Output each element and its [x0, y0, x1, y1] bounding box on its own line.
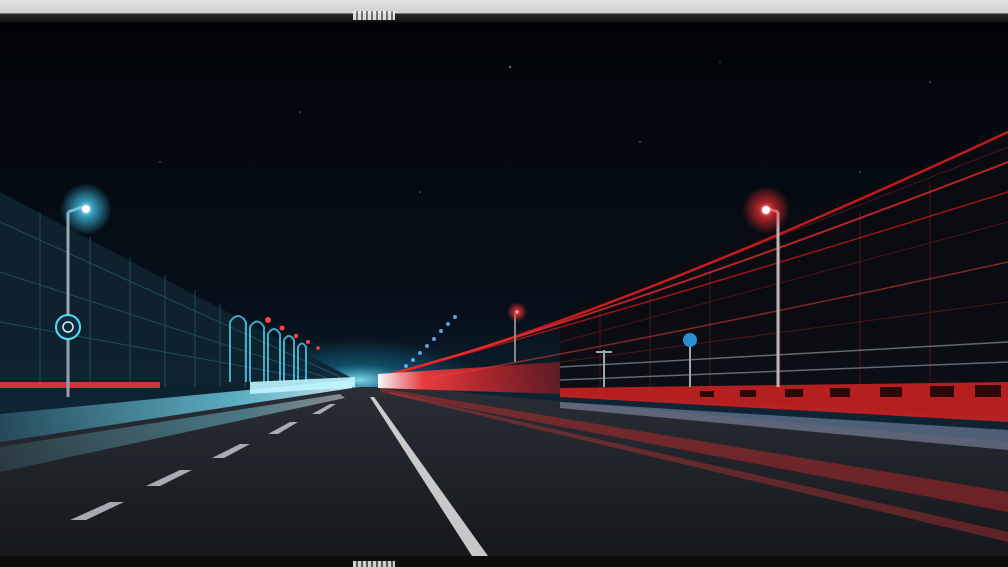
monitor-bottom-bezel	[0, 556, 1008, 567]
left-red-barrier	[0, 382, 160, 388]
monitor-screen	[0, 22, 1008, 556]
brand-logo	[353, 11, 395, 20]
monitor-frame	[0, 0, 1008, 567]
monitor-stand-logo	[353, 561, 395, 567]
monitor-top-bezel	[0, 0, 1008, 22]
highway-scene	[0, 22, 1008, 556]
